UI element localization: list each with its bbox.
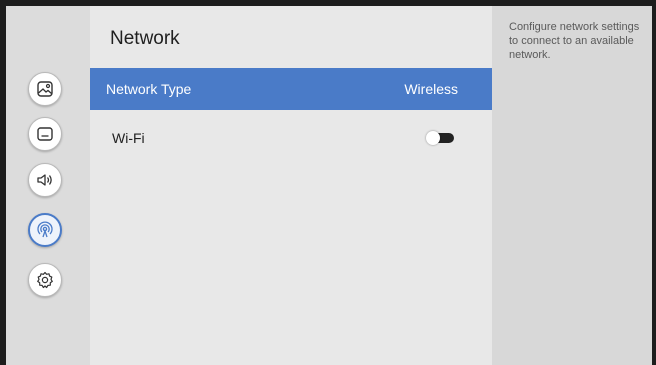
wifi-toggle[interactable] xyxy=(426,131,456,145)
picture-icon xyxy=(37,81,53,97)
help-text: Configure network settings to connect to… xyxy=(509,21,640,61)
network-type-row[interactable]: Network Type Wireless xyxy=(90,68,492,110)
settings-content: Network Network Type Wireless Wi-Fi xyxy=(90,6,492,365)
network-icon xyxy=(37,221,53,238)
wifi-label: Wi-Fi xyxy=(112,130,145,146)
network-type-value: Wireless xyxy=(404,81,458,97)
gear-icon xyxy=(37,271,53,289)
network-settings-button[interactable] xyxy=(28,213,62,247)
page-title: Network xyxy=(110,28,180,49)
network-type-label: Network Type xyxy=(106,81,192,97)
speaker-icon xyxy=(37,174,52,186)
category-sidebar xyxy=(6,6,90,365)
help-panel: Configure network settings to connect to… xyxy=(492,6,652,365)
tv-settings-screen: Network Network Type Wireless Wi-Fi Conf… xyxy=(6,6,652,365)
screen-settings-button[interactable] xyxy=(28,117,62,151)
picture-settings-button[interactable] xyxy=(28,72,62,106)
wifi-toggle-knob xyxy=(426,131,440,145)
screen-icon xyxy=(37,127,53,141)
wifi-row[interactable]: Wi-Fi xyxy=(90,117,492,159)
general-settings-button[interactable] xyxy=(28,263,62,297)
sound-settings-button[interactable] xyxy=(28,163,62,197)
